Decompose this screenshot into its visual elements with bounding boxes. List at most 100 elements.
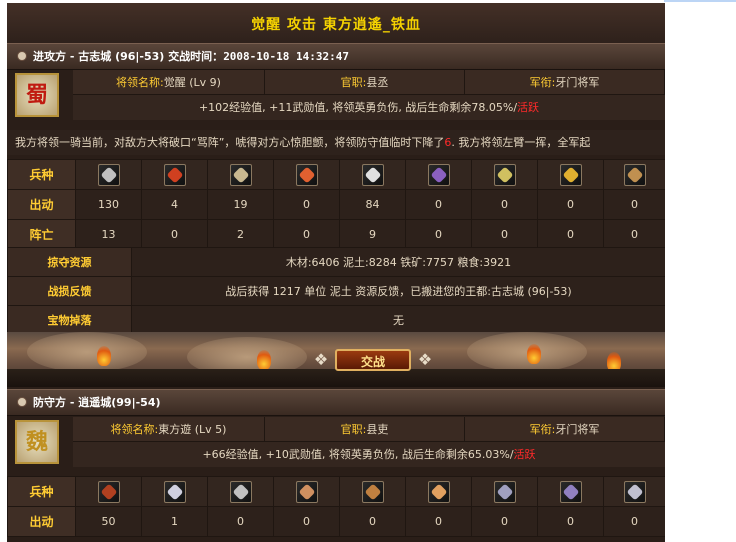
defender-general-row: 魏 将领名称:東方遊 (Lv 5) 官职:县吏 军衔:牙门将军 +66经验值, …	[7, 417, 665, 467]
lost-cell: 13	[75, 219, 142, 250]
sent-cell: 0	[405, 189, 472, 220]
lost-label: 阵亡	[7, 219, 76, 250]
defender-rank: 军衔:牙门将军	[465, 417, 665, 442]
attacker-unit-row: 兵种	[7, 159, 665, 190]
lost-cell: 0	[471, 219, 538, 250]
battle-time: 2008-10-18 14:32:47	[223, 50, 350, 63]
top-accent-line	[664, 0, 736, 2]
defender-sent-row: 出动 50 1 0 0 0 0 0 0 0	[7, 506, 665, 537]
sword-icon[interactable]	[97, 480, 120, 503]
loot-value: 木材:6406 泥土:8284 铁矿:7757 粮食:3921	[131, 247, 665, 277]
shield-icon[interactable]	[163, 480, 186, 503]
defender-troop-table: 兵种 出动 50 1 0 0 0 0 0 0 0	[7, 476, 665, 537]
lost-cell: 9	[339, 219, 406, 250]
sent-cell: 130	[75, 189, 142, 220]
attacker-rank: 军衔:牙门将军	[465, 70, 665, 95]
catapult-icon[interactable]	[427, 480, 450, 503]
units-label: 兵种	[7, 159, 76, 190]
attacker-city[interactable]: 古志城 (96|-53)	[78, 50, 164, 63]
defender-role: 防守方	[33, 396, 66, 409]
fire-decoration	[257, 350, 271, 370]
archer-icon[interactable]	[229, 163, 252, 186]
scout-icon[interactable]	[559, 480, 582, 503]
battle-scene-banner: ❖ 交战 ❖	[7, 332, 665, 387]
sent-cell: 0	[537, 506, 604, 537]
attacker-office: 官职:县丞	[265, 70, 465, 95]
sent-cell: 0	[471, 189, 538, 220]
wei-emblem-icon: 魏	[25, 429, 48, 455]
units-label: 兵种	[7, 476, 76, 507]
sent-cell: 0	[603, 506, 665, 537]
attacker-sent-row: 出动 130 4 19 0 84 0 0 0 0	[7, 189, 665, 220]
attacker-status: 活跃	[517, 101, 540, 114]
sent-cell: 0	[339, 506, 406, 537]
defender-status: 活跃	[513, 448, 536, 461]
horse-icon[interactable]	[361, 480, 384, 503]
sent-cell: 1	[141, 506, 208, 537]
attacker-outcome-table: 掠夺资源 木材:6406 泥土:8284 铁矿:7757 粮食:3921 战损反馈…	[7, 247, 665, 335]
battle-time-label: 交战时间：	[168, 50, 224, 63]
catapult-icon[interactable]	[295, 163, 318, 186]
fire-decoration	[97, 346, 111, 366]
attacker-troop-table: 兵种 出动 130 4 19 0 84 0 0 0 0 阵亡 13 0 2 0 …	[7, 159, 665, 250]
lost-cell: 0	[603, 219, 665, 250]
sent-cell: 0	[273, 189, 340, 220]
battle-description: 我方将领一骑当前，对敌方大将破口“骂阵”，唬得对方心惊胆颤，将领防守值临时下降了…	[7, 130, 665, 155]
bullet-icon	[17, 397, 27, 407]
attacker-lost-row: 阵亡 13 0 2 0 9 0 0 0 0	[7, 219, 665, 250]
chariot-icon[interactable]	[623, 163, 646, 186]
fight-button[interactable]: 交战	[335, 349, 411, 371]
fire-decoration	[527, 344, 541, 364]
feedback-label: 战损反馈	[7, 276, 132, 306]
feedback-value: 战后获得 1217 单位 泥土 资源反馈，已搬进您的王都:古志城 (96|-53…	[131, 276, 665, 306]
treasure-value: 无	[131, 305, 665, 335]
lost-cell: 0	[273, 219, 340, 250]
attacker-result: +102经验值, +11武勋值, 将领英勇负伤, 战后生命剩余78.05%/活跃	[73, 95, 665, 120]
cavalry-icon[interactable]	[295, 480, 318, 503]
ornament-right-icon: ❖	[417, 350, 433, 369]
defender-city[interactable]: 逍遥城(99|-54)	[78, 396, 160, 409]
spear-icon[interactable]	[427, 163, 450, 186]
defender-unit-row: 兵种	[7, 476, 665, 507]
report-title: 觉醒 攻击 東方逍遙_铁血	[7, 3, 665, 43]
sent-cell: 0	[207, 506, 274, 537]
axe-icon[interactable]	[97, 163, 120, 186]
lost-cell: 2	[207, 219, 274, 250]
bullet-icon	[17, 51, 27, 61]
defender-avatar[interactable]: 魏	[15, 420, 59, 464]
loot-label: 掠夺资源	[7, 247, 132, 277]
defender-header: 防守方 - 逍遥城(99|-54)	[7, 389, 665, 416]
attacker-header: 进攻方 - 古志城 (96|-53) 交战时间：2008-10-18 14:32…	[7, 43, 665, 70]
sent-cell: 0	[273, 506, 340, 537]
chariot-icon[interactable]	[623, 480, 646, 503]
sent-cell: 50	[75, 506, 142, 537]
cavalry-icon[interactable]	[163, 163, 186, 186]
smoke-decoration	[27, 332, 147, 372]
sent-cell: 19	[207, 189, 274, 220]
lost-cell: 0	[537, 219, 604, 250]
lost-cell: 0	[405, 219, 472, 250]
attacker-role: 进攻方	[33, 50, 66, 63]
battle-report-panel: 觉醒 攻击 東方逍遙_铁血 进攻方 - 古志城 (96|-53) 交战时间：20…	[7, 3, 665, 542]
sent-cell: 84	[339, 189, 406, 220]
sent-label: 出动	[7, 506, 76, 537]
siege-icon[interactable]	[493, 163, 516, 186]
defender-general-name: 将领名称:東方遊 (Lv 5)	[73, 417, 265, 442]
sent-label: 出动	[7, 189, 76, 220]
defender-office: 官职:县吏	[265, 417, 465, 442]
horse-icon[interactable]	[361, 163, 384, 186]
sent-cell: 0	[603, 189, 665, 220]
attacker-avatar[interactable]: 蜀	[15, 73, 59, 117]
sent-cell: 0	[405, 506, 472, 537]
defender-result: +66经验值, +10武勋值, 将领英勇负伤, 战后生命剩余65.03%/活跃	[73, 442, 665, 467]
sent-cell: 0	[471, 506, 538, 537]
attacker-general-name: 将领名称:觉醒 (Lv 9)	[73, 70, 265, 95]
lost-cell: 0	[141, 219, 208, 250]
siege-icon[interactable]	[493, 480, 516, 503]
sent-cell: 4	[141, 189, 208, 220]
scout-icon[interactable]	[559, 163, 582, 186]
attacker-general-row: 蜀 将领名称:觉醒 (Lv 9) 官职:县丞 军衔:牙门将军 +102经验值, …	[7, 70, 665, 120]
battlefield-ground	[7, 369, 665, 387]
ornament-left-icon: ❖	[313, 350, 329, 369]
archer-icon[interactable]	[229, 480, 252, 503]
